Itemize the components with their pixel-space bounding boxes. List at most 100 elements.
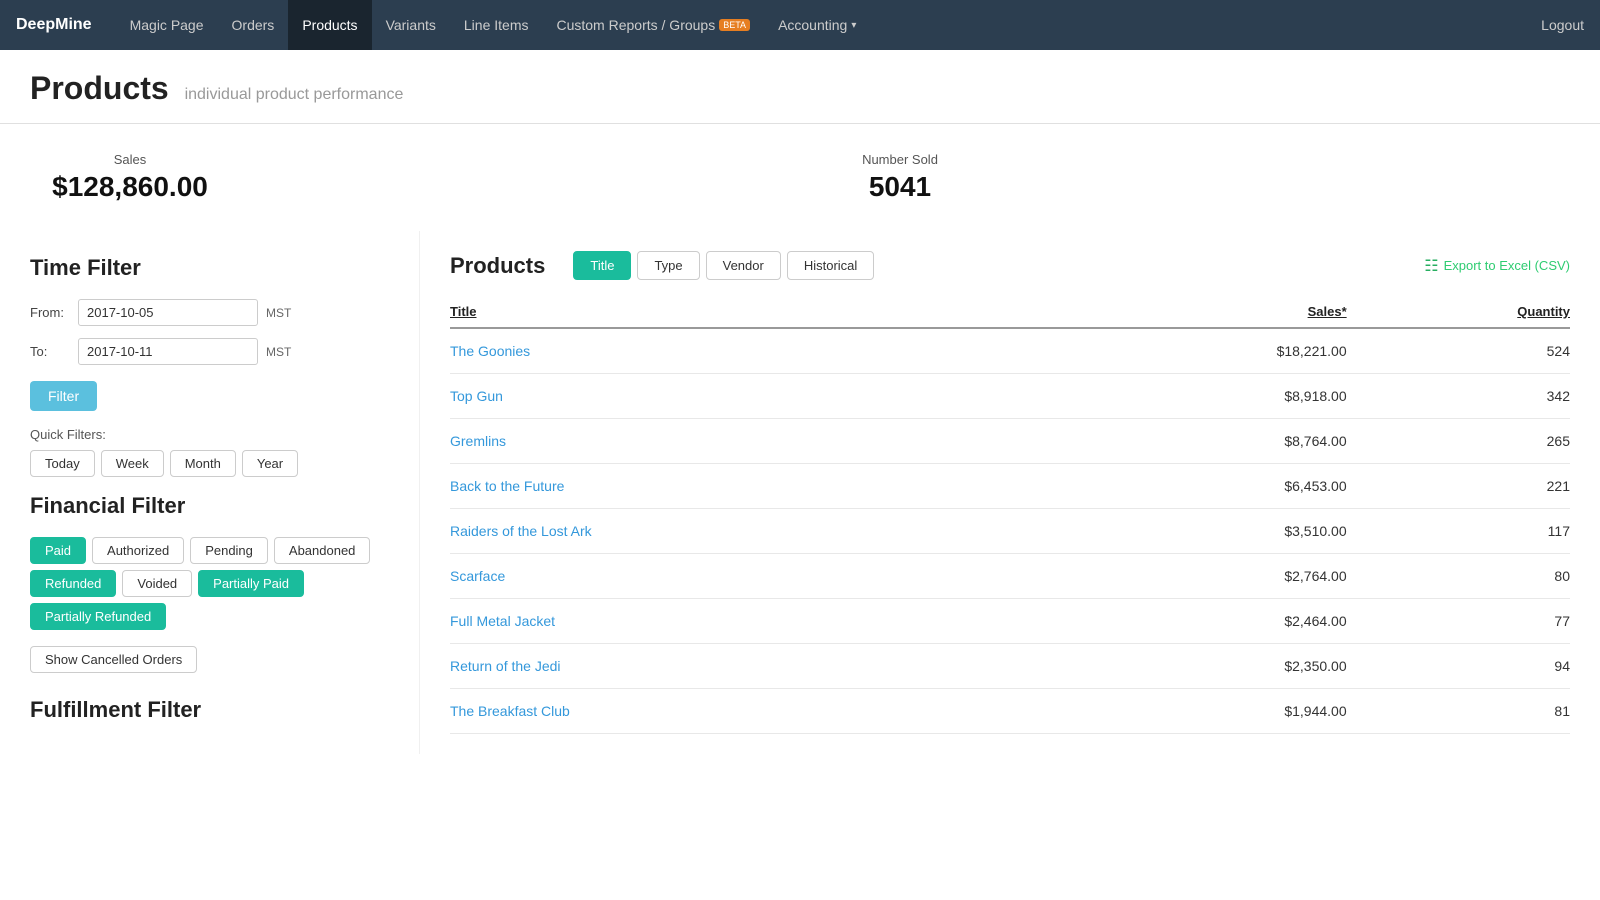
quick-filter-month[interactable]: Month [170,450,236,477]
financial-btn-paid[interactable]: Paid [30,537,86,564]
product-sales: $2,350.00 [1050,644,1347,689]
financial-btn-pending[interactable]: Pending [190,537,268,564]
col-quantity: Quantity [1347,296,1570,328]
sales-label: Sales [30,152,230,167]
product-quantity: 94 [1347,644,1570,689]
product-title-link[interactable]: Back to the Future [450,478,564,494]
col-sales: Sales* [1050,296,1347,328]
fulfillment-filter-section: Fulfillment Filter [30,697,389,723]
to-row: To: MST [30,338,389,365]
table-row: Raiders of the Lost Ark $3,510.00117 [450,509,1570,554]
sales-value: $128,860.00 [30,171,230,203]
from-row: From: MST [30,299,389,326]
financial-btn-authorized[interactable]: Authorized [92,537,184,564]
product-quantity: 77 [1347,599,1570,644]
financial-btn-refunded[interactable]: Refunded [30,570,116,597]
nav-link-line-items[interactable]: Line Items [450,0,543,50]
product-title-link[interactable]: The Goonies [450,343,530,359]
product-quantity: 265 [1347,419,1570,464]
nav-link-products[interactable]: Products [288,0,371,50]
product-quantity: 342 [1347,374,1570,419]
financial-btn-partially-refunded[interactable]: Partially Refunded [30,603,166,630]
products-table: Title Sales* Quantity The Goonies $18,221… [450,296,1570,734]
number-sold-stat: Number Sold 5041 [800,152,1000,203]
nav-link-variants[interactable]: Variants [372,0,450,50]
page-title: Products [30,70,169,106]
product-title-link[interactable]: Raiders of the Lost Ark [450,523,592,539]
table-row: The Goonies $18,221.00524 [450,328,1570,374]
product-quantity: 117 [1347,509,1570,554]
financial-filter-section: Financial Filter PaidAuthorizedPendingAb… [30,493,389,673]
dropdown-arrow-icon: ▾ [851,20,856,31]
table-row: Back to the Future$6,453.00221 [450,464,1570,509]
products-panel: Products TitleTypeVendorHistorical ☷ Exp… [420,231,1600,754]
product-sales: $3,510.00 [1050,509,1347,554]
tab-type[interactable]: Type [637,251,699,280]
tab-historical[interactable]: Historical [787,251,874,280]
from-input[interactable] [78,299,258,326]
page-header: Products individual product performance [0,50,1600,124]
quick-filters-group: TodayWeekMonthYear [30,450,389,477]
product-sales: $2,764.00 [1050,554,1347,599]
financial-buttons-group: PaidAuthorizedPendingAbandoned RefundedVo… [30,537,389,630]
panel-header: Products TitleTypeVendorHistorical ☷ Exp… [450,251,1570,280]
sales-stat: Sales $128,860.00 [30,152,230,203]
col-title: Title [450,296,1050,328]
to-label: To: [30,344,70,359]
page-subtitle: individual product performance [185,86,404,103]
quick-filter-today[interactable]: Today [30,450,95,477]
quick-filter-week[interactable]: Week [101,450,164,477]
product-sales: $18,221.00 [1050,328,1347,374]
main-nav: DeepMine Magic PageOrdersProductsVariant… [0,0,1600,50]
table-row: Gremlins $8,764.00265 [450,419,1570,464]
brand-logo[interactable]: DeepMine [16,16,92,34]
main-content: Time Filter From: MST To: MST Filter Qui… [0,231,1600,754]
time-filter-title: Time Filter [30,255,389,281]
product-sales: $6,453.00 [1050,464,1347,509]
product-title-link[interactable]: Scarface [450,568,505,584]
number-sold-value: 5041 [800,171,1000,203]
fulfillment-filter-title: Fulfillment Filter [30,697,389,723]
table-row: Full Metal Jacket$2,464.0077 [450,599,1570,644]
tab-vendor[interactable]: Vendor [706,251,781,280]
product-title-link[interactable]: Top Gun [450,388,503,404]
nav-link-accounting[interactable]: Accounting▾ [764,0,870,50]
to-input[interactable] [78,338,258,365]
nav-link-custom-reports---groups[interactable]: Custom Reports / GroupsBETA [542,0,764,50]
table-row: The Breakfast Club $1,944.0081 [450,689,1570,734]
number-sold-label: Number Sold [800,152,1000,167]
product-sales: $1,944.00 [1050,689,1347,734]
table-row: Top Gun$8,918.00342 [450,374,1570,419]
time-filter-section: Time Filter From: MST To: MST Filter Qui… [30,255,389,477]
product-title-link[interactable]: Gremlins [450,433,506,449]
nav-link-orders[interactable]: Orders [218,0,289,50]
product-title-link[interactable]: Full Metal Jacket [450,613,555,629]
financial-btn-partially-paid[interactable]: Partially Paid [198,570,304,597]
product-quantity: 524 [1347,328,1570,374]
nav-links: Magic PageOrdersProductsVariantsLine Ite… [116,0,1542,50]
beta-badge: BETA [719,19,750,31]
summary-bar: Sales $128,860.00 Number Sold 5041 [0,124,1600,231]
logout-button[interactable]: Logout [1541,17,1584,33]
product-title-link[interactable]: The Breakfast Club [450,703,570,719]
from-label: From: [30,305,70,320]
product-sales: $8,764.00 [1050,419,1347,464]
sidebar: Time Filter From: MST To: MST Filter Qui… [0,231,420,754]
quick-filters-label: Quick Filters: [30,427,389,442]
product-title-link[interactable]: Return of the Jedi [450,658,561,674]
financial-btn-voided[interactable]: Voided [122,570,192,597]
show-cancelled-button[interactable]: Show Cancelled Orders [30,646,197,673]
from-tz: MST [266,306,291,320]
to-tz: MST [266,345,291,359]
filter-button[interactable]: Filter [30,381,97,411]
financial-btn-abandoned[interactable]: Abandoned [274,537,371,564]
financial-filter-title: Financial Filter [30,493,389,519]
product-quantity: 80 [1347,554,1570,599]
product-quantity: 81 [1347,689,1570,734]
quick-filter-year[interactable]: Year [242,450,298,477]
nav-link-magic-page[interactable]: Magic Page [116,0,218,50]
tab-title[interactable]: Title [573,251,631,280]
products-panel-title: Products [450,253,545,279]
products-tabs: TitleTypeVendorHistorical [573,251,874,280]
export-link[interactable]: ☷ Export to Excel (CSV) [1424,256,1570,276]
